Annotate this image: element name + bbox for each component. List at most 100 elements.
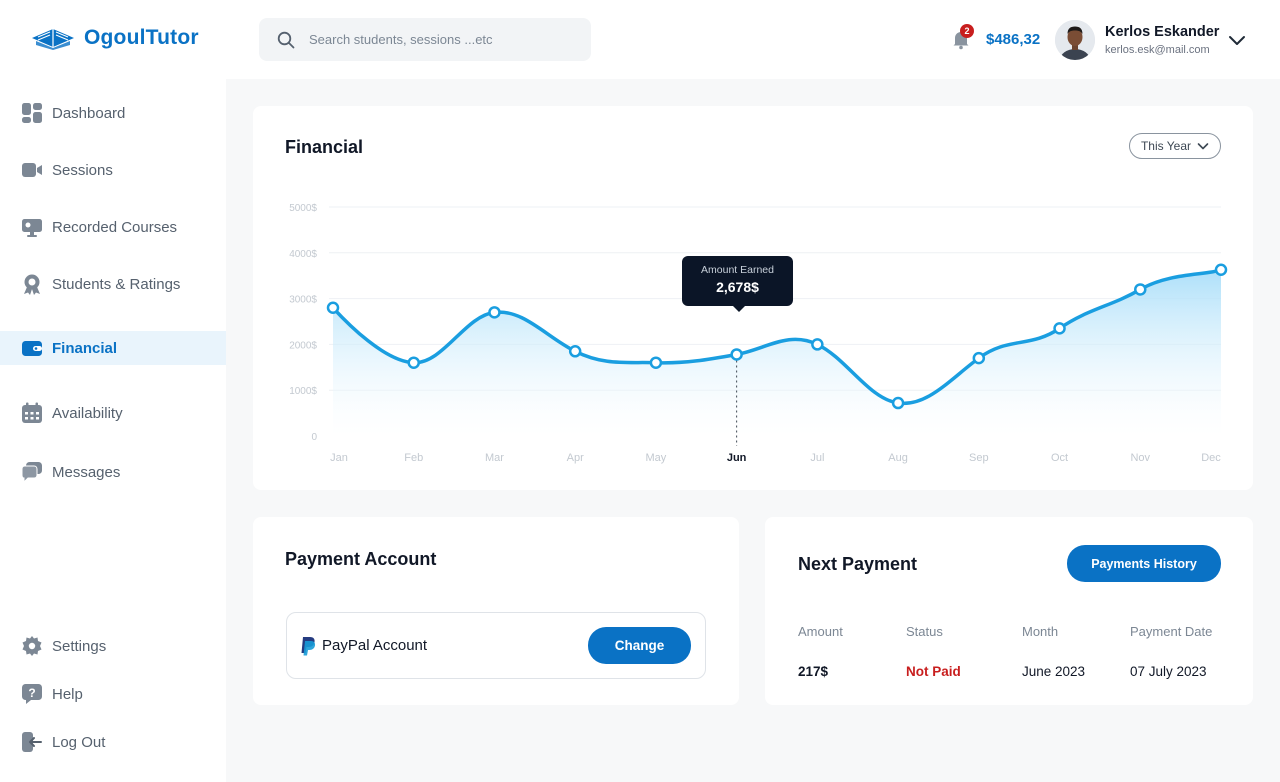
sidebar-item-availability[interactable]: Availability bbox=[0, 396, 226, 430]
user-name: Kerlos Eskander bbox=[1105, 24, 1220, 40]
y-tick-label: 0 bbox=[311, 432, 317, 443]
sidebar-item-sessions[interactable]: Sessions bbox=[0, 153, 226, 187]
notifications-button[interactable]: 2 bbox=[950, 24, 974, 50]
top-bar: OgoulTutor 2 $486,32 Kerlos Eskander ker… bbox=[0, 0, 1280, 79]
logout-icon bbox=[20, 730, 44, 754]
sidebar-item-messages[interactable]: Messages bbox=[0, 455, 226, 489]
tooltip-value: 2,678$ bbox=[716, 279, 759, 295]
x-tick-label: Jun bbox=[727, 452, 747, 464]
payment-status: Not Paid bbox=[906, 664, 961, 679]
notification-badge: 2 bbox=[960, 24, 974, 38]
sidebar-item-label: Availability bbox=[52, 404, 123, 422]
y-tick-label: 5000$ bbox=[289, 203, 317, 214]
search-icon bbox=[277, 31, 295, 48]
payments-history-button[interactable]: Payments History bbox=[1067, 545, 1221, 582]
user-email: kerlos.esk@mail.com bbox=[1105, 44, 1210, 56]
period-select-value: This Year bbox=[1140, 139, 1192, 153]
sidebar: Dashboard Sessions Recorded Courses Stud… bbox=[0, 79, 226, 782]
sidebar-item-label: Messages bbox=[52, 463, 121, 481]
sidebar-item-help[interactable]: ? Help bbox=[0, 677, 226, 711]
x-tick-label: Oct bbox=[1051, 452, 1068, 464]
data-point-apr[interactable] bbox=[568, 345, 582, 358]
x-tick-label: Dec bbox=[1201, 452, 1221, 464]
column-header-status: Status bbox=[906, 624, 943, 639]
sidebar-item-financial[interactable]: Financial bbox=[0, 331, 226, 365]
data-point-sep[interactable] bbox=[972, 351, 986, 365]
chevron-down-icon bbox=[1229, 36, 1245, 45]
calendar-icon bbox=[20, 401, 44, 425]
data-point-dec[interactable] bbox=[1214, 263, 1228, 276]
sidebar-item-students-ratings[interactable]: Students & Ratings bbox=[0, 267, 226, 301]
video-camera-icon bbox=[20, 158, 44, 182]
gear-icon bbox=[20, 634, 44, 658]
column-header-payment-date: Payment Date bbox=[1130, 624, 1213, 639]
user-avatar-image bbox=[1055, 20, 1095, 60]
search-bar[interactable] bbox=[259, 18, 591, 61]
search-input[interactable] bbox=[309, 32, 559, 47]
sidebar-item-label: Settings bbox=[52, 637, 107, 655]
next-payment-title: Next Payment bbox=[798, 554, 918, 574]
chart-tooltip: Amount Earned 2,678$ bbox=[682, 256, 793, 312]
brand-name: OgoulTutor bbox=[84, 26, 199, 49]
data-point-jan[interactable] bbox=[326, 301, 340, 315]
sidebar-item-label: Log Out bbox=[52, 733, 106, 751]
help-icon: ? bbox=[20, 682, 44, 706]
sidebar-item-label: Students & Ratings bbox=[52, 275, 181, 293]
y-tick-label: 3000$ bbox=[289, 295, 317, 306]
sidebar-item-logout[interactable]: Log Out bbox=[0, 725, 226, 759]
sidebar-item-dashboard[interactable]: Dashboard bbox=[0, 96, 226, 130]
book-logo-icon bbox=[32, 29, 74, 50]
sidebar-item-label: Dashboard bbox=[52, 104, 126, 122]
payment-date: 07 July 2023 bbox=[1130, 664, 1207, 679]
paypal-icon bbox=[301, 637, 316, 656]
column-header-amount: Amount bbox=[798, 624, 843, 639]
period-select[interactable]: This Year bbox=[1129, 133, 1221, 159]
y-tick-label: 1000$ bbox=[289, 386, 317, 397]
payment-account-title: Payment Account bbox=[285, 549, 437, 569]
data-point-nov[interactable] bbox=[1134, 283, 1147, 296]
x-tick-label: Jul bbox=[810, 452, 824, 464]
y-tick-label: 4000$ bbox=[289, 249, 317, 260]
sidebar-item-settings[interactable]: Settings bbox=[0, 629, 226, 663]
data-point-mar[interactable] bbox=[488, 306, 501, 319]
x-tick-label: May bbox=[646, 452, 667, 464]
payment-month: June 2023 bbox=[1022, 664, 1086, 679]
paypal-account-label: PayPal Account bbox=[322, 637, 428, 654]
x-tick-label: Feb bbox=[404, 452, 423, 464]
dashboard-icon bbox=[20, 101, 44, 125]
data-point-jul[interactable] bbox=[811, 338, 824, 351]
data-point-jun[interactable] bbox=[730, 348, 743, 361]
award-badge-icon bbox=[20, 272, 44, 296]
data-point-aug[interactable] bbox=[891, 396, 905, 410]
y-tick-label: 2000$ bbox=[289, 340, 317, 351]
sidebar-item-label: Help bbox=[52, 685, 83, 703]
monitor-icon bbox=[20, 215, 44, 239]
data-point-feb[interactable] bbox=[407, 356, 420, 369]
data-point-may[interactable] bbox=[649, 356, 663, 369]
sidebar-item-label: Financial bbox=[52, 339, 118, 357]
x-tick-label: Apr bbox=[567, 452, 584, 464]
column-header-month: Month bbox=[1022, 624, 1059, 639]
financial-chart: 5000$ 4000$ 3000$ 2000$ 1000$ 0 Jan Feb Mar Apr M… bbox=[289, 203, 1228, 464]
svg-text:?: ? bbox=[28, 686, 35, 700]
x-tick-label: Aug bbox=[888, 452, 908, 464]
wallet-icon bbox=[20, 336, 44, 360]
x-tick-label: Sep bbox=[969, 452, 989, 464]
x-tick-label: Mar bbox=[485, 452, 504, 464]
chevron-down-icon bbox=[1197, 143, 1209, 150]
change-account-button[interactable]: Change bbox=[588, 627, 691, 664]
data-point-oct[interactable] bbox=[1053, 322, 1066, 335]
tooltip-label: Amount Earned bbox=[701, 264, 774, 276]
avatar[interactable] bbox=[1055, 20, 1095, 60]
financial-title: Financial bbox=[285, 137, 364, 157]
sidebar-item-recorded-courses[interactable]: Recorded Courses bbox=[0, 210, 226, 244]
payment-amount: 217$ bbox=[798, 664, 829, 679]
chat-bubble-icon bbox=[20, 460, 44, 484]
user-menu-toggle[interactable] bbox=[1227, 31, 1247, 49]
x-tick-label: Jan bbox=[330, 452, 348, 464]
logo[interactable]: OgoulTutor bbox=[30, 26, 199, 50]
x-tick-label: Nov bbox=[1130, 452, 1150, 464]
sidebar-item-label: Sessions bbox=[52, 161, 113, 179]
balance-amount: $486,32 bbox=[986, 31, 1041, 48]
sidebar-item-label: Recorded Courses bbox=[52, 218, 178, 236]
